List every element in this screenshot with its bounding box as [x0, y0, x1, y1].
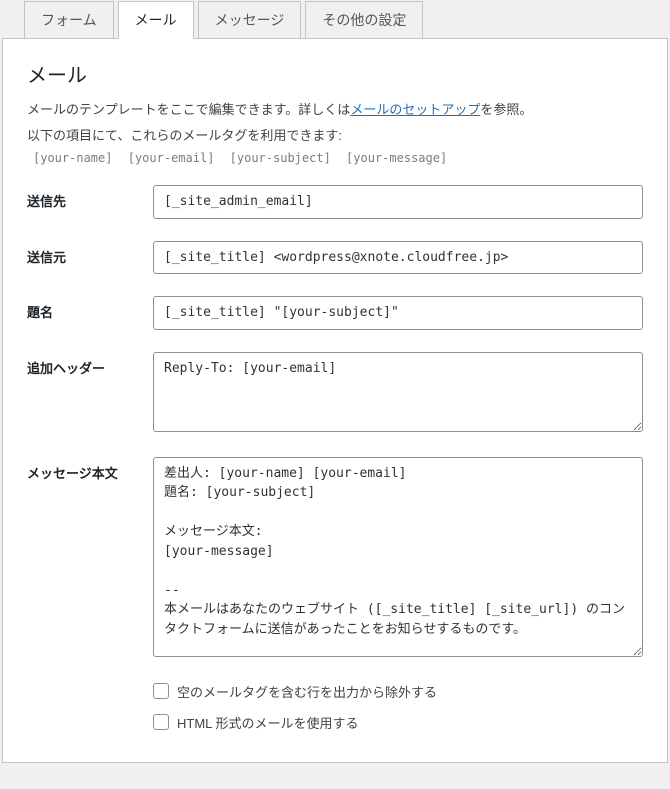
mail-panel: メール メールのテンプレートをここで編集できます。詳しくはメールのセットアップを…: [2, 38, 668, 763]
label-subject: 題名: [27, 296, 153, 321]
row-sender: 送信元: [27, 241, 643, 275]
checkbox-row-use-html: HTML 形式のメールを使用する: [153, 713, 643, 732]
row-recipient: 送信先: [27, 185, 643, 219]
tabs: フォーム メール メッセージ その他の設定: [0, 0, 670, 38]
tab-other[interactable]: その他の設定: [305, 1, 423, 39]
panel-description: メールのテンプレートをここで編集できます。詳しくはメールのセットアップを参照。: [27, 100, 643, 120]
label-recipient: 送信先: [27, 185, 153, 210]
checkboxes: 空のメールタグを含む行を出力から除外する HTML 形式のメールを使用する: [153, 682, 643, 732]
use-html-checkbox[interactable]: [153, 714, 169, 730]
tab-messages[interactable]: メッセージ: [198, 1, 302, 39]
label-headers: 追加ヘッダー: [27, 352, 153, 377]
headers-textarea[interactable]: Reply-To: [your-email]: [153, 352, 643, 432]
label-body: メッセージ本文: [27, 457, 153, 482]
exclude-blank-label[interactable]: 空のメールタグを含む行を出力から除外する: [177, 682, 437, 701]
mail-tag-your-name[interactable]: [your-name]: [33, 151, 112, 165]
checkbox-row-exclude-blank: 空のメールタグを含む行を出力から除外する: [153, 682, 643, 701]
mail-tag-your-email[interactable]: [your-email]: [128, 151, 215, 165]
sender-input[interactable]: [153, 241, 643, 275]
mail-tag-your-message[interactable]: [your-message]: [346, 151, 447, 165]
exclude-blank-checkbox[interactable]: [153, 683, 169, 699]
tab-mail[interactable]: メール: [118, 1, 194, 39]
mail-tags: [your-name] [your-email] [your-subject] …: [27, 151, 643, 165]
subject-input[interactable]: [153, 296, 643, 330]
body-textarea[interactable]: 差出人: [your-name] [your-email] 題名: [your-…: [153, 457, 643, 657]
row-body: メッセージ本文 差出人: [your-name] [your-email] 題名…: [27, 457, 643, 660]
panel-description-2: 以下の項目にて、これらのメールタグを利用できます:: [27, 126, 643, 146]
mail-tag-your-subject[interactable]: [your-subject]: [230, 151, 331, 165]
recipient-input[interactable]: [153, 185, 643, 219]
label-sender: 送信元: [27, 241, 153, 266]
panel-heading: メール: [27, 59, 643, 88]
row-subject: 題名: [27, 296, 643, 330]
tab-form[interactable]: フォーム: [24, 1, 114, 39]
use-html-label[interactable]: HTML 形式のメールを使用する: [177, 713, 359, 732]
row-headers: 追加ヘッダー Reply-To: [your-email]: [27, 352, 643, 435]
mail-setup-link[interactable]: メールのセットアップ: [350, 102, 480, 117]
